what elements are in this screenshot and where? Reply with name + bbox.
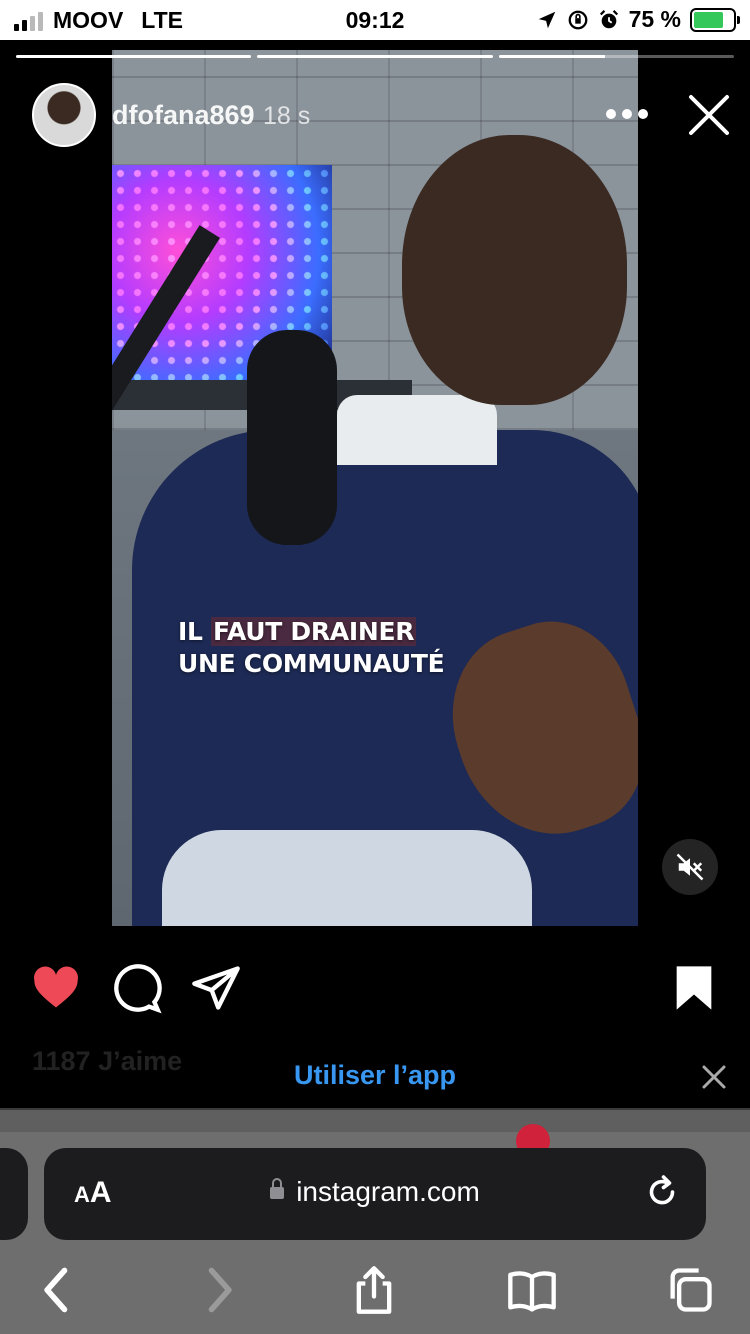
progress-fill [16, 55, 252, 58]
progress-fill [498, 55, 605, 58]
username[interactable]: dfofana869 [112, 100, 255, 130]
previous-tab-peek[interactable] [0, 1148, 28, 1240]
caption-line2: UNE COMMUNAUTÉ [178, 649, 445, 678]
progress-segment [16, 55, 252, 58]
more-options-button[interactable] [606, 104, 654, 124]
battery-charging-icon [690, 7, 740, 32]
progress-fill [257, 55, 493, 58]
reload-icon[interactable] [644, 1174, 680, 1210]
tabs-icon[interactable] [664, 1264, 716, 1316]
story-video[interactable]: IL FAUT DRAINER UNE COMMUNAUTÉ [112, 50, 638, 926]
back-icon[interactable] [32, 1264, 84, 1316]
progress-segment [498, 55, 734, 58]
time-ago: 18 s [263, 101, 311, 130]
browser-bar: AA instagram.com [0, 1110, 750, 1334]
share-icon[interactable] [190, 962, 242, 1014]
comment-icon[interactable] [110, 962, 162, 1014]
avatar[interactable] [32, 83, 96, 147]
speaker-collar [337, 395, 497, 465]
progress-segment [257, 55, 493, 58]
lock-icon [270, 1178, 285, 1199]
page-peek [0, 1110, 750, 1132]
microphone [247, 330, 337, 545]
speaker-head [402, 135, 627, 405]
battery-level [694, 11, 723, 28]
url-display[interactable]: instagram.com [44, 1176, 706, 1208]
url-text: instagram.com [296, 1176, 480, 1207]
dot-icon [606, 109, 616, 119]
forward-icon[interactable] [192, 1264, 244, 1316]
speaker-muted-icon [676, 853, 704, 881]
heart-icon[interactable] [30, 962, 82, 1014]
close-icon[interactable] [686, 92, 732, 138]
close-icon[interactable] [700, 1063, 728, 1091]
video-caption: IL FAUT DRAINER UNE COMMUNAUTÉ [178, 616, 445, 680]
browser-toolbar [0, 1260, 750, 1320]
story-progress [16, 55, 734, 58]
caption-line1-b: FAUT DRAINER [211, 617, 417, 646]
status-bar: MOOV LTE 09:12 75 % [0, 0, 750, 40]
caption-line1-a: IL [178, 617, 212, 646]
story-header[interactable]: dfofana869 18 s [32, 83, 310, 147]
story-viewer[interactable]: IL FAUT DRAINER UNE COMMUNAUTÉ dfofana86… [0, 40, 750, 1110]
address-bar[interactable]: AA instagram.com [44, 1148, 706, 1240]
status-right: 75 % [536, 6, 740, 33]
bookmark-icon[interactable] [668, 962, 720, 1014]
alarm-icon [599, 9, 618, 28]
dot-icon [622, 109, 632, 119]
speaker-pants [162, 830, 532, 926]
battery-percent: 75 % [628, 6, 681, 32]
orientation-lock-icon [568, 10, 587, 29]
location-arrow-icon [538, 11, 555, 28]
dot-icon [638, 109, 648, 119]
bookmarks-icon[interactable] [506, 1264, 558, 1316]
use-app-link[interactable]: Utiliser l’app [0, 1060, 750, 1091]
mute-button[interactable] [662, 839, 718, 895]
story-actions [0, 962, 750, 1018]
share-sheet-icon[interactable] [348, 1264, 400, 1316]
